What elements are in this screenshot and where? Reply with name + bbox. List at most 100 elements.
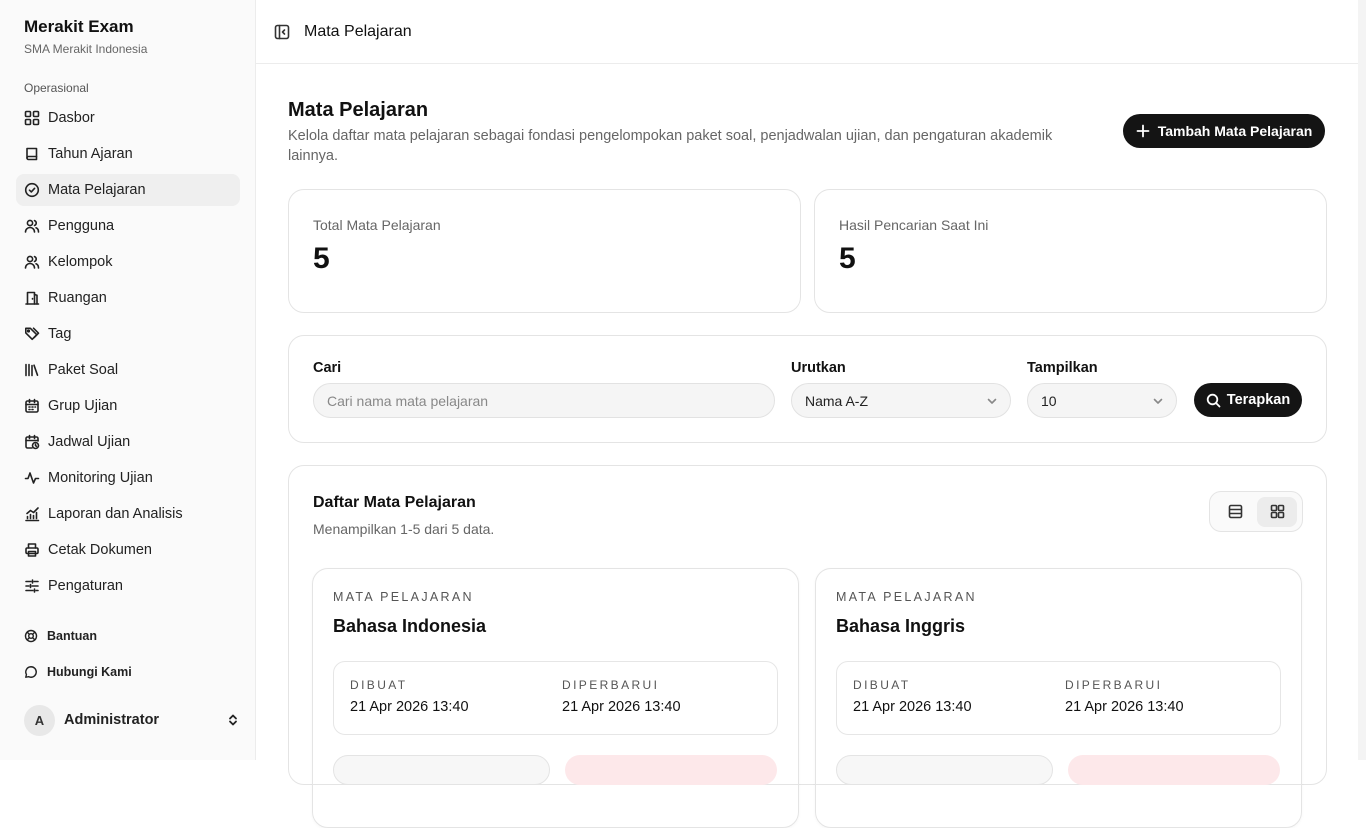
chart-icon (24, 506, 40, 522)
sidebar-item-laporan-dan-analisis[interactable]: Laporan dan Analisis (16, 498, 240, 530)
sidebar-item-label: Pengaturan (48, 578, 123, 594)
sidebar-item-grup-ujian[interactable]: Grup Ujian (16, 390, 240, 422)
topbar: Mata Pelajaran (256, 0, 1358, 64)
stat-label: Hasil Pencarian Saat Ini (839, 217, 989, 233)
sidebar-nav: Dasbor Tahun Ajaran Mata Pelajaran Pengg… (16, 102, 240, 606)
library-icon (24, 362, 40, 378)
check-circle-icon (24, 182, 40, 198)
sidebar-item-label: Laporan dan Analisis (48, 506, 183, 522)
sidebar-item-cetak-dokumen[interactable]: Cetak Dokumen (16, 534, 240, 566)
sidebar-item-paket-soal[interactable]: Paket Soal (16, 354, 240, 386)
sidebar-toggle-icon[interactable] (274, 24, 290, 40)
lifebuoy-icon (24, 629, 39, 644)
view-switcher (1209, 491, 1303, 532)
users-icon (24, 218, 40, 234)
add-subject-label: Tambah Mata Pelajaran (1157, 123, 1313, 139)
page-size-select[interactable]: 10 (1027, 383, 1177, 418)
created-label: DIBUAT (853, 678, 911, 692)
secondary-nav: Bantuan Hubungi Kami (16, 618, 240, 690)
add-subject-button[interactable]: Tambah Mata Pelajaran (1123, 114, 1325, 148)
sidebar-item-monitoring-ujian[interactable]: Monitoring Ujian (16, 462, 240, 494)
sort-select[interactable]: Nama A-Z (791, 383, 1011, 418)
app-name: Merakit Exam (24, 17, 134, 36)
help-label: Bantuan (47, 629, 97, 643)
apply-label: Terapkan (1226, 392, 1291, 408)
avatar: A (24, 704, 55, 736)
sidebar-item-pengguna[interactable]: Pengguna (16, 210, 240, 242)
chevron-down-icon (1153, 398, 1163, 404)
search-input[interactable]: Cari nama mata pelajaran (313, 383, 775, 418)
sidebar-item-mata-pelajaran[interactable]: Mata Pelajaran (16, 174, 240, 206)
updated-label: DIPERBARUI (1065, 678, 1163, 692)
sidebar-item-label: Ruangan (48, 290, 107, 306)
printer-icon (24, 542, 40, 558)
sidebar-item-tahun-ajaran[interactable]: Tahun Ajaran (16, 138, 240, 170)
grid-view-button[interactable] (1257, 496, 1297, 527)
sort-label: Urutkan (791, 360, 846, 376)
scrollbar[interactable] (1358, 0, 1366, 760)
user-name: Administrator (64, 712, 160, 728)
activity-icon (24, 470, 40, 486)
sidebar-item-label: Cetak Dokumen (48, 542, 152, 558)
card-meta: DIBUAT 21 Apr 2026 13:40 DIPERBARUI 21 A… (333, 661, 778, 735)
calendar-clock-icon (24, 434, 40, 450)
updated-block: DIPERBARUI 21 Apr 2026 13:40 (1065, 678, 1184, 715)
updated-value: 21 Apr 2026 13:40 (562, 699, 681, 715)
calendar-icon (24, 398, 40, 414)
created-label: DIBUAT (350, 678, 408, 692)
sidebar-item-label: Tag (48, 326, 72, 342)
created-value: 21 Apr 2026 13:40 (853, 699, 972, 715)
page-description: Kelola daftar mata pelajaran sebagai fon… (288, 128, 1053, 164)
stat-card-total: Total Mata Pelajaran 5 (288, 189, 801, 313)
sidebar-item-label: Jadwal Ujian (48, 434, 131, 450)
plus-icon (1136, 124, 1150, 138)
chevron-down-icon (987, 398, 997, 404)
grid-icon (1270, 504, 1284, 519)
tag-icon (24, 326, 40, 342)
search-icon (1206, 393, 1221, 407)
table-view-button[interactable] (1215, 497, 1255, 527)
stat-label: Total Mata Pelajaran (313, 217, 441, 233)
door-icon (24, 290, 40, 306)
sidebar-item-ruangan[interactable]: Ruangan (16, 282, 240, 314)
sidebar-item-dasbor[interactable]: Dasbor (16, 102, 240, 134)
breadcrumb: Mata Pelajaran (304, 22, 412, 40)
apply-button[interactable]: Terapkan (1194, 383, 1302, 417)
page-title: Mata Pelajaran (288, 99, 429, 121)
created-block: DIBUAT 21 Apr 2026 13:40 (350, 678, 469, 715)
card-kicker: MATA PELAJARAN (333, 590, 474, 604)
stat-card-search-results: Hasil Pencarian Saat Ini 5 (814, 189, 1327, 313)
sidebar-item-label: Pengguna (48, 218, 115, 234)
stat-value: 5 (839, 242, 856, 275)
sidebar-item-label: Paket Soal (48, 362, 119, 378)
sidebar-item-jadwal-ujian[interactable]: Jadwal Ujian (16, 426, 240, 458)
school-name: SMA Merakit Indonesia (24, 42, 148, 56)
book-icon (24, 146, 40, 162)
user-menu[interactable]: A Administrator (24, 704, 240, 736)
sidebar: Merakit Exam SMA Merakit Indonesia Opera… (0, 0, 256, 760)
subject-name: Bahasa Indonesia (333, 616, 487, 636)
nav-section-label: Operasional (24, 81, 89, 95)
chevrons-up-down-icon (226, 713, 240, 727)
message-icon (24, 665, 39, 680)
contact-label: Hubungi Kami (47, 665, 132, 679)
sidebar-item-label: Mata Pelajaran (48, 182, 146, 198)
sidebar-item-label: Kelompok (48, 254, 113, 270)
created-value: 21 Apr 2026 13:40 (350, 699, 469, 715)
dashboard-grid-icon (24, 110, 40, 126)
stat-value: 5 (313, 242, 330, 275)
updated-value: 21 Apr 2026 13:40 (1065, 699, 1184, 715)
sidebar-item-pengaturan[interactable]: Pengaturan (16, 570, 240, 602)
page-size-value: 10 (1041, 392, 1057, 409)
sliders-icon (24, 578, 40, 594)
sidebar-item-kelompok[interactable]: Kelompok (16, 246, 240, 278)
help-link[interactable]: Bantuan (16, 618, 240, 654)
sidebar-item-label: Monitoring Ujian (48, 470, 153, 486)
list-title: Daftar Mata Pelajaran (313, 494, 476, 511)
sidebar-item-tag[interactable]: Tag (16, 318, 240, 350)
contact-link[interactable]: Hubungi Kami (16, 654, 240, 690)
subject-card: MATA PELAJARAN Bahasa Indonesia DIBUAT 2… (312, 568, 799, 828)
updated-label: DIPERBARUI (562, 678, 660, 692)
brand: Merakit Exam SMA Merakit Indonesia (24, 17, 147, 56)
card-kicker: MATA PELAJARAN (836, 590, 977, 604)
